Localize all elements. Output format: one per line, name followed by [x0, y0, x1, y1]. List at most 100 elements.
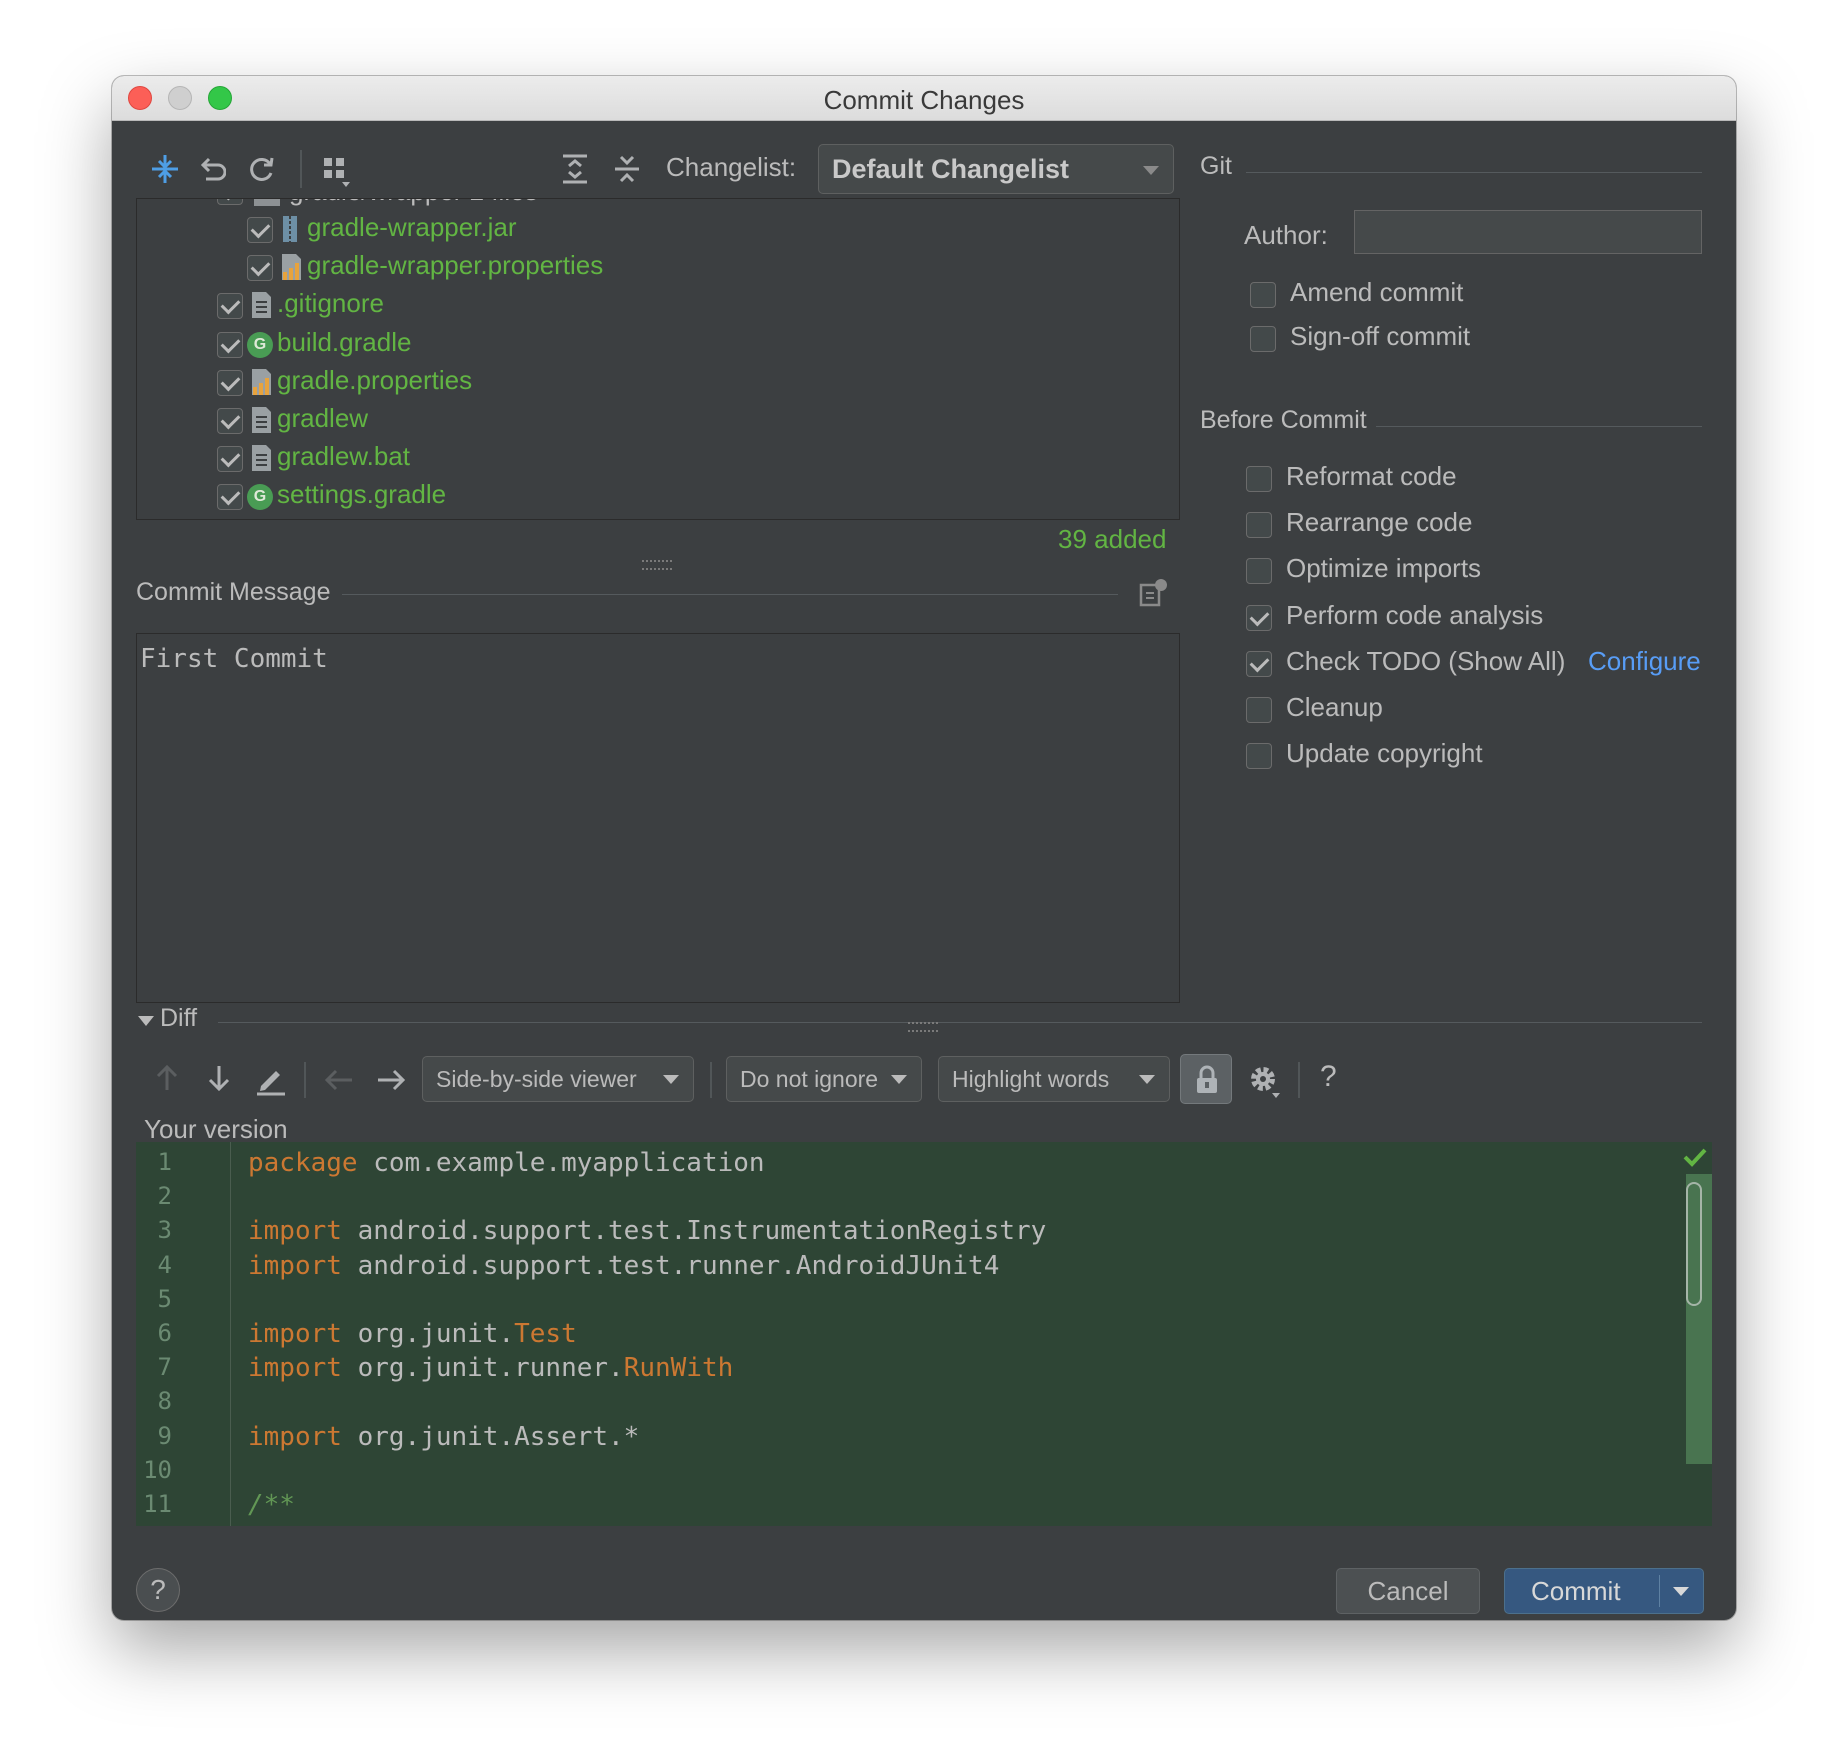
line-number: 2 — [157, 1182, 172, 1211]
commit-button[interactable]: Commit — [1504, 1568, 1704, 1614]
code-line: import org.junit.Test — [248, 1319, 577, 1349]
line-number: 11 — [143, 1490, 172, 1518]
before-commit-checkbox[interactable] — [1246, 604, 1272, 631]
diff-splitter-handle[interactable] — [908, 1022, 938, 1032]
commit-options-chevron-icon[interactable] — [1673, 1587, 1689, 1596]
line-number: 3 — [157, 1216, 172, 1245]
before-commit-option[interactable]: Optimize imports — [1246, 553, 1716, 592]
file-checkbox[interactable] — [217, 293, 243, 320]
file-checkbox[interactable] — [247, 217, 273, 243]
configure-link[interactable]: Configure — [1588, 646, 1701, 677]
before-commit-checkbox[interactable] — [1246, 650, 1272, 677]
commit-history-icon[interactable] — [1138, 578, 1168, 608]
before-commit-option[interactable]: Check TODO (Show All) Configure — [1246, 646, 1716, 685]
file-name: gradlew.bat — [277, 441, 410, 472]
code-line: import android.support.test.runner.Andro… — [248, 1251, 999, 1281]
line-number: 10 — [143, 1455, 172, 1484]
highlight-mode-dropdown[interactable]: Highlight words — [938, 1056, 1170, 1102]
splitter-handle[interactable] — [642, 560, 672, 570]
file-row[interactable]: gradlew.bat — [137, 440, 1179, 478]
refresh-icon[interactable] — [246, 154, 276, 184]
before-commit-checkbox[interactable] — [1246, 558, 1272, 585]
changelist-dropdown[interactable]: Default Changelist — [818, 144, 1174, 194]
diff-help-button[interactable]: ? — [1320, 1060, 1337, 1094]
editor-scrollbar-thumb[interactable] — [1686, 1182, 1702, 1306]
ignore-whitespace-value: Do not ignore — [740, 1066, 879, 1092]
file-checkbox[interactable] — [217, 408, 243, 434]
ignore-whitespace-dropdown[interactable]: Do not ignore — [726, 1056, 922, 1102]
chevron-down-icon — [1143, 166, 1159, 175]
amend-commit-option[interactable]: Amend commit — [1250, 277, 1710, 316]
file-row[interactable]: gradle-wrapper.properties — [137, 249, 1179, 287]
lock-icon — [1197, 1065, 1217, 1093]
line-number: 7 — [157, 1353, 172, 1382]
file-checkbox[interactable] — [217, 331, 243, 358]
sign-off-commit-checkbox[interactable] — [1250, 326, 1276, 352]
amend-commit-label: Amend commit — [1290, 277, 1464, 307]
code-text: android.support.test.InstrumentationRegi… — [341, 1216, 1047, 1247]
line-number: 8 — [157, 1387, 172, 1416]
previous-difference-icon[interactable] — [152, 1062, 182, 1094]
sign-off-commit-option[interactable]: Sign-off commit — [1250, 321, 1710, 360]
before-commit-option-label: Perform code analysis — [1286, 599, 1544, 630]
diff-section-label: Diff — [160, 1004, 198, 1032]
before-commit-divider — [1376, 426, 1702, 427]
chevron-down-icon — [1139, 1075, 1155, 1084]
next-difference-icon[interactable] — [204, 1062, 234, 1094]
code-line: import org.junit.runner.RunWith — [248, 1353, 733, 1383]
show-diff-icon[interactable] — [148, 152, 182, 186]
before-commit-checkbox[interactable] — [1246, 697, 1272, 723]
changed-files-tree[interactable]: gradle/wrapper 2 files gradle-wrapper.ja… — [136, 198, 1180, 520]
file-row[interactable]: Gbuild.gradle — [137, 326, 1179, 364]
expand-all-icon[interactable] — [558, 152, 592, 186]
file-name: gradle.properties — [277, 364, 473, 395]
before-commit-option-label: Optimize imports — [1286, 553, 1482, 584]
author-input[interactable] — [1354, 210, 1702, 254]
cancel-button[interactable]: Cancel — [1336, 1568, 1480, 1614]
settings-gear-icon[interactable] — [1246, 1062, 1284, 1100]
next-file-icon[interactable] — [374, 1066, 408, 1094]
file-row[interactable]: Gsettings.gradle — [137, 478, 1179, 516]
file-checkbox[interactable] — [217, 369, 243, 396]
collapse-all-icon[interactable] — [610, 152, 644, 186]
commit-button-label: Commit — [1531, 1576, 1621, 1606]
code-keyword: import — [248, 1250, 342, 1281]
changelist-value: Default Changelist — [832, 154, 1070, 184]
diff-editor[interactable]: 1 package com.example.myapplication 2 3 impo… — [136, 1142, 1712, 1526]
file-row[interactable]: gradlew — [137, 402, 1179, 440]
previous-file-icon[interactable] — [322, 1066, 356, 1094]
before-commit-checkbox[interactable] — [1246, 512, 1272, 539]
amend-commit-checkbox[interactable] — [1250, 282, 1276, 308]
line-number: 4 — [157, 1250, 172, 1279]
text-file-icon — [252, 445, 271, 472]
before-commit-checkbox[interactable] — [1246, 466, 1272, 492]
help-button[interactable]: ? — [136, 1568, 180, 1612]
file-checkbox[interactable] — [217, 446, 243, 473]
before-commit-option[interactable]: Perform code analysis — [1246, 599, 1716, 639]
changelist-label: Changelist: — [666, 152, 797, 182]
edit-source-icon[interactable] — [254, 1062, 288, 1096]
before-commit-option[interactable]: Reformat code — [1246, 461, 1716, 500]
rollback-icon[interactable] — [196, 154, 226, 184]
diff-toolbar-separator — [710, 1062, 712, 1098]
commit-message-textarea[interactable]: First Commit — [136, 633, 1180, 1003]
file-row[interactable]: .gitignore — [137, 287, 1179, 325]
code-keyword: import — [248, 1421, 342, 1452]
before-commit-option-label: Reformat code — [1286, 461, 1457, 491]
file-row[interactable]: gradle.properties — [137, 364, 1179, 402]
toolbar-separator — [300, 150, 302, 188]
before-commit-option[interactable]: Rearrange code — [1246, 507, 1716, 546]
group-by-icon[interactable] — [322, 156, 354, 188]
before-commit-option[interactable]: Update copyright — [1246, 738, 1716, 777]
lock-scrolling-button[interactable] — [1180, 1054, 1232, 1104]
viewer-mode-dropdown[interactable]: Side-by-side viewer — [422, 1056, 694, 1102]
before-commit-checkbox[interactable] — [1246, 743, 1272, 770]
gutter-divider — [230, 1142, 231, 1526]
file-checkbox[interactable] — [247, 255, 273, 282]
file-row[interactable]: gradle-wrapper.jar — [137, 211, 1179, 249]
your-version-label: Your version — [144, 1114, 288, 1144]
file-checkbox[interactable] — [217, 484, 243, 511]
before-commit-option[interactable]: Cleanup — [1246, 692, 1716, 731]
diff-collapse-arrow-icon[interactable] — [138, 1016, 154, 1026]
folder-checkbox[interactable] — [217, 199, 243, 205]
